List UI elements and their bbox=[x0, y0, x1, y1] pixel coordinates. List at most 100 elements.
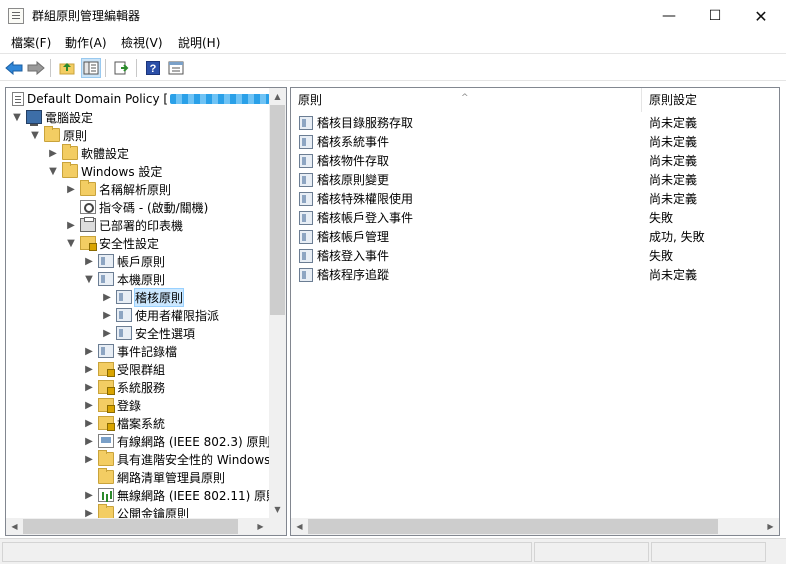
scroll-right-arrow-icon[interactable]: ▶ bbox=[762, 518, 779, 535]
collapsed-chevron-icon[interactable]: ▶ bbox=[82, 418, 96, 429]
tree-item-name-resolution[interactable]: ▶ 名稱解析原則 bbox=[64, 180, 171, 198]
menu-action[interactable]: 動作(A) bbox=[65, 34, 107, 51]
list-item[interactable]: 稽核物件存取 尚未定義 bbox=[291, 151, 779, 170]
tree-item-local-policies[interactable]: ▼ 本機原則 bbox=[82, 270, 165, 288]
expanded-chevron-icon[interactable]: ▼ bbox=[82, 274, 96, 285]
tree-item-wired-network[interactable]: ▶ 有線網路 (IEEE 802.3) 原則 bbox=[82, 432, 270, 450]
chart-icon bbox=[98, 488, 114, 502]
tree-item-label: 登錄 bbox=[117, 398, 142, 413]
tree-item-wireless-network[interactable]: ▶ 無線網路 (IEEE 802.11) 原則 bbox=[82, 486, 278, 504]
tree-item-label: 系統服務 bbox=[117, 380, 166, 395]
tree-item-network-list-manager[interactable]: 網路清單管理員原則 bbox=[82, 468, 225, 486]
tree-item-audit-policy[interactable]: ▶ 稽核原則 bbox=[100, 287, 185, 307]
list-item[interactable]: 稽核帳戶登入事件 失敗 bbox=[291, 208, 779, 227]
list-item[interactable]: 稽核目錄服務存取 尚未定義 bbox=[291, 113, 779, 132]
collapsed-chevron-icon[interactable]: ▶ bbox=[64, 184, 78, 195]
scroll-thumb[interactable] bbox=[23, 519, 238, 534]
list-item[interactable]: 稽核登入事件 失敗 bbox=[291, 246, 779, 265]
expanded-chevron-icon[interactable]: ▼ bbox=[64, 238, 78, 249]
computer-icon bbox=[26, 110, 42, 126]
tree-item-deployed-printers[interactable]: ▶ 已部署的印表機 bbox=[64, 216, 183, 234]
column-header-setting[interactable]: 原則設定 bbox=[642, 88, 779, 112]
collapsed-chevron-icon[interactable]: ▶ bbox=[82, 400, 96, 411]
tree-root[interactable]: Default Domain Policy [ bbox=[8, 90, 271, 108]
policy-name: 稽核系統事件 bbox=[317, 135, 390, 149]
list-horizontal-scrollbar[interactable]: ◀ ▶ bbox=[291, 518, 779, 535]
redacted-domain-mark bbox=[170, 94, 271, 104]
tree-item-scripts[interactable]: 指令碼 - (啟動/關機) bbox=[64, 198, 208, 216]
tree-vertical-scrollbar[interactable]: ▲ ▼ bbox=[269, 88, 286, 518]
collapsed-chevron-icon[interactable]: ▶ bbox=[82, 454, 96, 465]
up-folder-icon[interactable] bbox=[57, 58, 77, 78]
scroll-left-arrow-icon[interactable]: ◀ bbox=[291, 518, 308, 535]
back-arrow-icon[interactable] bbox=[4, 58, 24, 78]
policy-setting-icon bbox=[299, 248, 313, 263]
collapsed-chevron-icon[interactable]: ▶ bbox=[100, 292, 114, 303]
scroll-thumb[interactable] bbox=[270, 105, 285, 315]
column-header-label: 原則設定 bbox=[649, 93, 698, 107]
collapsed-chevron-icon[interactable]: ▶ bbox=[46, 148, 60, 159]
tree-item-computer-config[interactable]: ▼ 電腦設定 bbox=[10, 108, 93, 126]
status-cell bbox=[534, 542, 649, 562]
tree-item-event-log[interactable]: ▶ 事件記錄檔 bbox=[82, 342, 177, 360]
folder-icon bbox=[98, 450, 114, 466]
expanded-chevron-icon[interactable]: ▼ bbox=[28, 130, 42, 141]
collapsed-chevron-icon[interactable]: ▶ bbox=[100, 310, 114, 321]
list-item[interactable]: 稽核系統事件 尚未定義 bbox=[291, 132, 779, 151]
collapsed-chevron-icon[interactable]: ▶ bbox=[82, 256, 96, 267]
menu-view[interactable]: 檢視(V) bbox=[121, 34, 163, 51]
policy-setting-icon bbox=[299, 153, 313, 168]
collapsed-chevron-icon[interactable]: ▶ bbox=[82, 346, 96, 357]
properties-icon[interactable] bbox=[166, 58, 186, 78]
tree-item-registry[interactable]: ▶ 登錄 bbox=[82, 396, 141, 414]
tree-item-label: 檔案系統 bbox=[117, 416, 166, 431]
menu-file[interactable]: 檔案(F) bbox=[11, 34, 51, 51]
show-tree-icon[interactable] bbox=[81, 58, 101, 78]
help-icon[interactable]: ? bbox=[143, 58, 163, 78]
scroll-right-arrow-icon[interactable]: ▶ bbox=[252, 518, 269, 535]
maximize-button[interactable]: ☐ bbox=[692, 0, 738, 32]
scroll-down-arrow-icon[interactable]: ▼ bbox=[269, 501, 286, 518]
tree-item-security-settings[interactable]: ▼ 安全性設定 bbox=[64, 234, 159, 252]
collapsed-chevron-icon[interactable]: ▶ bbox=[82, 382, 96, 393]
expanded-chevron-icon[interactable]: ▼ bbox=[10, 112, 24, 123]
tree-item-user-rights[interactable]: ▶ 使用者權限指派 bbox=[100, 306, 219, 324]
scroll-left-arrow-icon[interactable]: ◀ bbox=[6, 518, 23, 535]
status-cell bbox=[651, 542, 766, 562]
collapsed-chevron-icon[interactable]: ▶ bbox=[82, 490, 96, 501]
scroll-thumb[interactable] bbox=[308, 519, 718, 534]
forward-arrow-icon[interactable] bbox=[26, 58, 46, 78]
list-item[interactable]: 稽核程序追蹤 尚未定義 bbox=[291, 265, 779, 284]
tree-horizontal-scrollbar[interactable]: ◀ ▶ bbox=[6, 518, 269, 535]
collapsed-chevron-icon[interactable]: ▶ bbox=[82, 508, 96, 519]
minimize-button[interactable]: — bbox=[646, 0, 692, 32]
scroll-up-arrow-icon[interactable]: ▲ bbox=[269, 88, 286, 105]
list-item[interactable]: 稽核特殊權限使用 尚未定義 bbox=[291, 189, 779, 208]
list-item[interactable]: 稽核帳戶管理 成功, 失敗 bbox=[291, 227, 779, 246]
console-tree-pane[interactable]: Default Domain Policy [ ▼ 電腦設定 ▼ 原則 ▶ 軟體… bbox=[5, 87, 287, 536]
tree-item-security-options[interactable]: ▶ 安全性選項 bbox=[100, 324, 195, 342]
column-header-policy[interactable]: 原則 ^ bbox=[291, 88, 642, 112]
tree-item-account-policies[interactable]: ▶ 帳戶原則 bbox=[82, 252, 165, 270]
collapsed-chevron-icon[interactable]: ▶ bbox=[82, 436, 96, 447]
expanded-chevron-icon[interactable]: ▼ bbox=[46, 166, 60, 177]
collapsed-chevron-icon[interactable]: ▶ bbox=[64, 220, 78, 231]
tree-item-label: 電腦設定 bbox=[45, 110, 94, 125]
tree-item-windows-firewall[interactable]: ▶ 具有進階安全性的 Windows bbox=[82, 450, 270, 468]
policy-setting-icon bbox=[299, 191, 313, 206]
collapsed-chevron-icon[interactable]: ▶ bbox=[82, 364, 96, 375]
list-item[interactable]: 稽核原則變更 尚未定義 bbox=[291, 170, 779, 189]
menu-help[interactable]: 說明(H) bbox=[178, 34, 220, 51]
tree-item-policies[interactable]: ▼ 原則 bbox=[28, 126, 87, 144]
policy-setting-value: 失敗 bbox=[649, 211, 674, 225]
tree-item-restricted-groups[interactable]: ▶ 受限群組 bbox=[82, 360, 165, 378]
collapsed-chevron-icon[interactable]: ▶ bbox=[100, 328, 114, 339]
tree-item-file-system[interactable]: ▶ 檔案系統 bbox=[82, 414, 165, 432]
close-button[interactable]: ✕ bbox=[738, 0, 784, 32]
tree-item-software-settings[interactable]: ▶ 軟體設定 bbox=[46, 144, 129, 162]
tree-item-system-services[interactable]: ▶ 系統服務 bbox=[82, 378, 165, 396]
tree-item-windows-settings[interactable]: ▼ Windows 設定 bbox=[46, 162, 162, 180]
export-list-icon[interactable] bbox=[112, 58, 132, 78]
policy-setting-value: 成功, 失敗 bbox=[649, 230, 705, 244]
details-list-pane[interactable]: 原則 ^ 原則設定 稽核目錄服務存取 尚未定義 稽核系統事件 尚未定義 稽核物件… bbox=[290, 87, 780, 536]
